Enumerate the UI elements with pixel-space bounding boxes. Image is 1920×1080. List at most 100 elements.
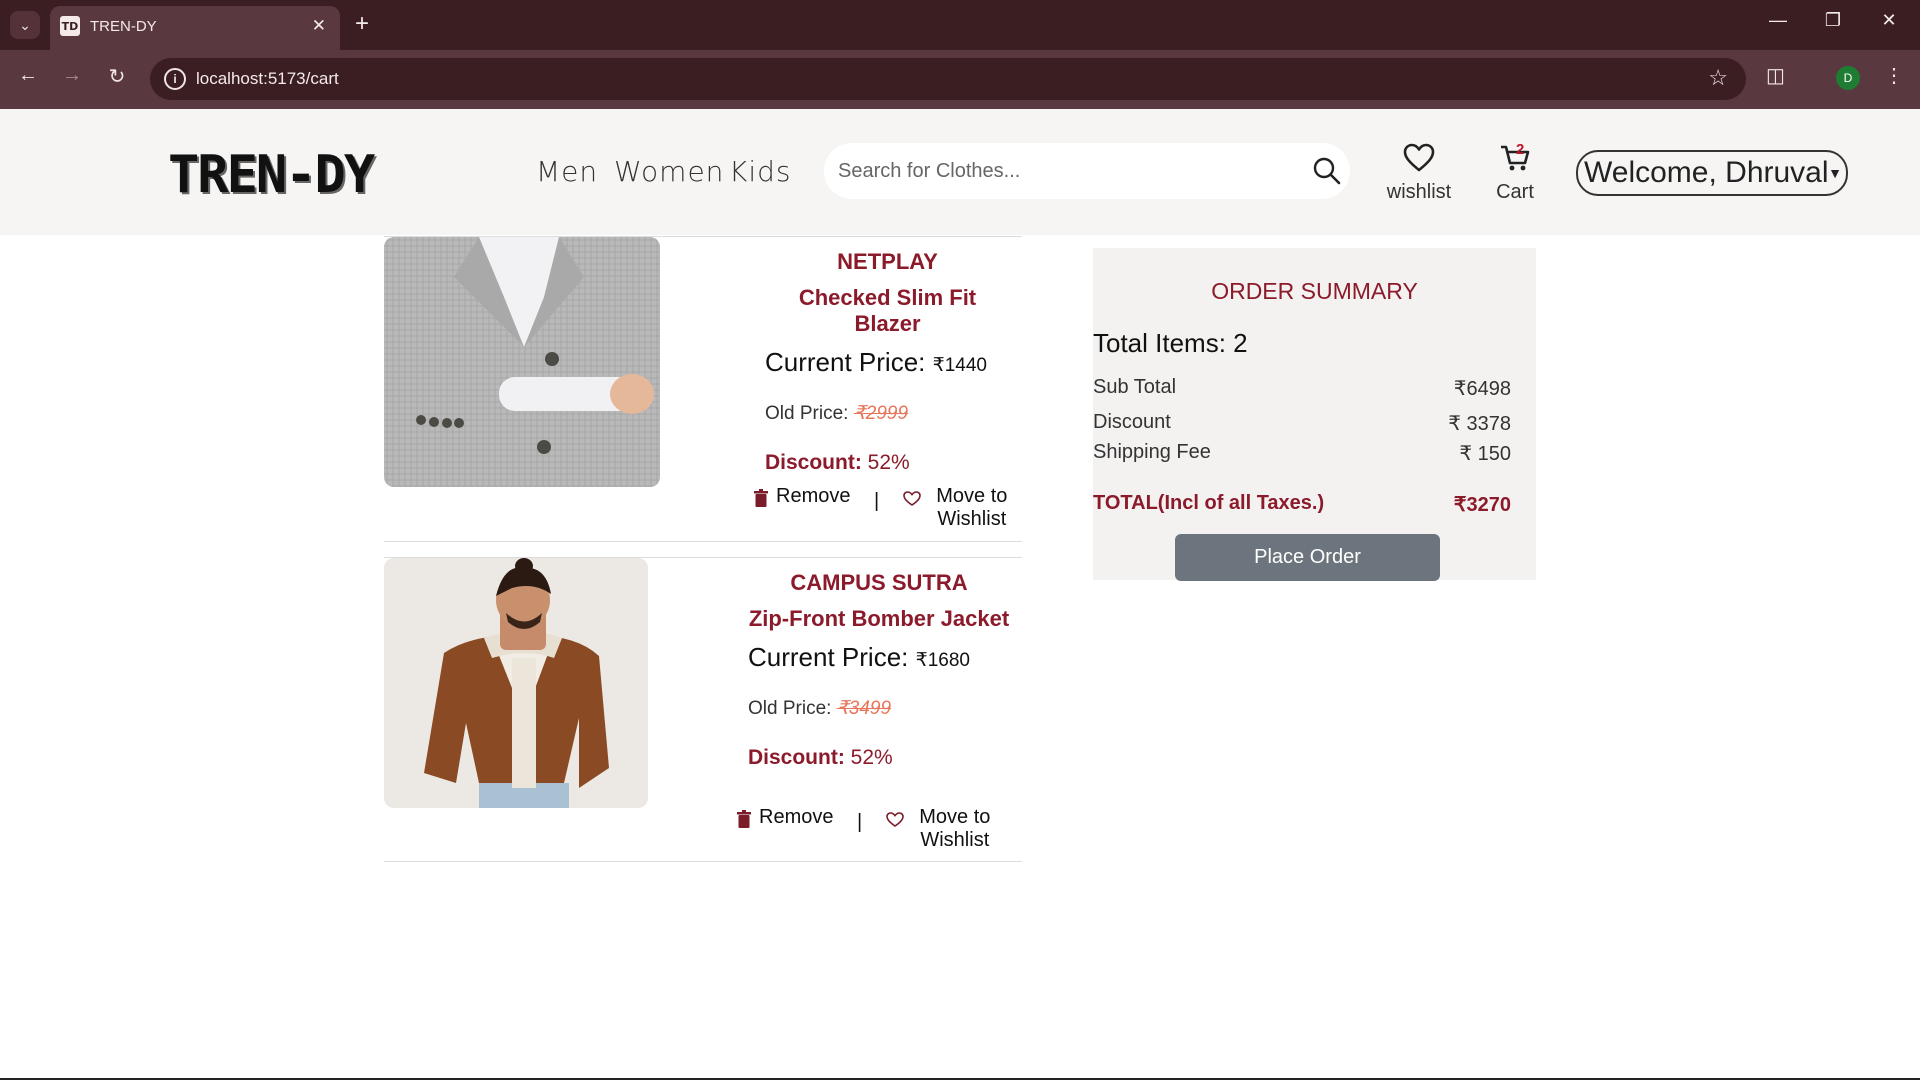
- minimize-icon[interactable]: —: [1763, 10, 1793, 31]
- discount-row: Discount: 52%: [748, 746, 1010, 770]
- current-price-value: ₹1440: [932, 355, 987, 376]
- user-greeting: Welcome, Dhruval: [1584, 156, 1829, 189]
- tab-search-icon[interactable]: ⌄: [10, 11, 40, 39]
- cart-icon: [1501, 145, 1530, 171]
- cart-label: Cart: [1496, 181, 1534, 203]
- item-actions: Remove | Move to Wishlist: [737, 806, 999, 852]
- kebab-menu-icon[interactable]: ⋮: [1884, 63, 1904, 88]
- discount-summary-row: Discount ₹ 3378: [1093, 411, 1511, 435]
- cart-count-badge: 2: [1516, 141, 1525, 158]
- star-icon[interactable]: ☆: [1708, 65, 1728, 91]
- order-summary: ORDER SUMMARY Total Items: 2 Sub Total ₹…: [1093, 248, 1536, 581]
- product-image[interactable]: [384, 558, 648, 808]
- total-value: ₹3270: [1453, 494, 1511, 516]
- browser-tab[interactable]: TD TREN-DY ✕: [50, 6, 340, 50]
- remove-label: Remove: [776, 485, 851, 507]
- reload-icon[interactable]: ↻: [102, 64, 132, 89]
- move-to-wishlist-button[interactable]: Move to Wishlist: [886, 806, 998, 852]
- discount-value: 52%: [850, 746, 893, 769]
- action-separator: |: [874, 490, 880, 512]
- grey-blazer-image: [384, 237, 660, 487]
- action-separator: |: [857, 811, 863, 833]
- old-price-value: ₹3499: [836, 698, 892, 719]
- old-price-row: Old Price: ₹2999: [765, 402, 1010, 425]
- current-price-label: Current Price:: [765, 347, 926, 377]
- move-to-wishlist-button[interactable]: Move to Wishlist: [903, 485, 1015, 531]
- order-summary-title: ORDER SUMMARY: [1211, 278, 1418, 304]
- cart-item: CAMPUS SUTRA Zip-Front Bomber Jacket Cur…: [384, 557, 1022, 862]
- nav-link-kids[interactable]: Kids: [729, 155, 792, 188]
- discount-value: 52%: [867, 451, 910, 474]
- item-actions: Remove | Move to Wishlist: [754, 485, 1016, 531]
- total-label: TOTAL(Incl of all Taxes.): [1093, 492, 1325, 514]
- discount-label: Discount:: [765, 451, 862, 474]
- heart-icon: [1403, 143, 1435, 172]
- product-info: CAMPUS SUTRA Zip-Front Bomber Jacket Cur…: [748, 570, 1010, 770]
- product-brand: CAMPUS SUTRA: [790, 570, 968, 595]
- nav-link-women[interactable]: Women: [614, 155, 724, 188]
- move-to-wishlist-label: Move to Wishlist: [936, 485, 1008, 530]
- move-to-wishlist-label: Move to Wishlist: [919, 806, 991, 851]
- subtotal-label: Sub Total: [1093, 376, 1177, 398]
- forward-icon[interactable]: →: [57, 64, 87, 87]
- place-order-button[interactable]: Place Order: [1175, 534, 1440, 581]
- trash-icon: [754, 489, 768, 507]
- favicon-icon: TD: [60, 16, 80, 36]
- plus-icon[interactable]: +: [355, 10, 369, 38]
- old-price-label: Old Price:: [765, 403, 849, 424]
- cart-item: NETPLAY Checked Slim Fit Blazer Current …: [384, 236, 1022, 542]
- logo[interactable]: TREN-DY: [168, 145, 375, 205]
- url-text[interactable]: localhost:5173/cart: [196, 69, 339, 89]
- url-bar[interactable]: i localhost:5173/cart ☆: [150, 58, 1746, 100]
- current-price-label: Current Price:: [748, 642, 909, 672]
- trash-icon: [737, 810, 751, 828]
- avatar[interactable]: D: [1836, 66, 1860, 90]
- product-name[interactable]: Zip-Front Bomber Jacket: [748, 606, 1010, 632]
- subtotal-row: Sub Total ₹6498: [1093, 376, 1511, 400]
- chevron-down-icon: ▼: [1828, 165, 1842, 181]
- site-header: TREN-DY Men Women Kids wishlist 2 Cart W…: [0, 109, 1920, 235]
- subtotal-value: ₹6498: [1453, 378, 1511, 400]
- discount-summary-value: ₹ 3378: [1448, 413, 1511, 435]
- product-info: NETPLAY Checked Slim Fit Blazer Current …: [765, 249, 1010, 475]
- product-name[interactable]: Checked Slim Fit Blazer: [765, 285, 1010, 337]
- discount-summary-label: Discount: [1093, 411, 1171, 433]
- product-image[interactable]: [384, 237, 660, 487]
- current-price-row: Current Price: ₹1440: [765, 347, 1010, 378]
- wishlist-label: wishlist: [1386, 181, 1452, 203]
- remove-button[interactable]: Remove: [737, 806, 833, 829]
- tab-title: TREN-DY: [90, 18, 157, 35]
- current-price-value: ₹1680: [915, 650, 970, 671]
- extensions-icon[interactable]: ◫: [1766, 63, 1785, 88]
- shipping-value: ₹ 150: [1459, 443, 1511, 465]
- window-close-icon[interactable]: ✕: [1874, 10, 1904, 31]
- site-info-icon[interactable]: i: [164, 68, 186, 90]
- nav-link-men[interactable]: Men: [536, 155, 598, 188]
- heart-plus-icon: [903, 491, 921, 506]
- product-brand: NETPLAY: [837, 249, 938, 274]
- shipping-row: Shipping Fee ₹ 150: [1093, 441, 1511, 465]
- back-icon[interactable]: ←: [13, 64, 43, 87]
- brown-bomber-image: [384, 558, 648, 808]
- old-price-row: Old Price: ₹3499: [748, 697, 1010, 720]
- remove-label: Remove: [759, 806, 834, 828]
- shipping-label: Shipping Fee: [1093, 441, 1211, 463]
- user-dropdown[interactable]: Welcome, Dhruval ▼: [1576, 150, 1848, 196]
- old-price-value: ₹2999: [853, 403, 909, 424]
- restore-icon[interactable]: ❐: [1818, 10, 1848, 31]
- cart-link[interactable]: 2 Cart: [1490, 141, 1540, 204]
- search-icon[interactable]: [1312, 156, 1342, 186]
- browser-address-bar: ← → ↻ i localhost:5173/cart ☆ ◫ D ⋮: [0, 50, 1920, 109]
- browser-tab-bar: ⌄ TD TREN-DY ✕ + — ❐ ✕: [0, 0, 1920, 50]
- heart-plus-icon: [886, 812, 904, 827]
- discount-row: Discount: 52%: [765, 451, 1010, 475]
- search-box: [824, 143, 1350, 199]
- current-price-row: Current Price: ₹1680: [748, 642, 1010, 673]
- discount-label: Discount:: [748, 746, 845, 769]
- close-icon[interactable]: ✕: [312, 16, 326, 36]
- total-row: TOTAL(Incl of all Taxes.) ₹3270: [1093, 492, 1511, 516]
- remove-button[interactable]: Remove: [754, 485, 850, 508]
- search-input[interactable]: [838, 157, 1278, 185]
- total-items: Total Items: 2: [1093, 328, 1248, 358]
- wishlist-link[interactable]: wishlist: [1386, 143, 1452, 204]
